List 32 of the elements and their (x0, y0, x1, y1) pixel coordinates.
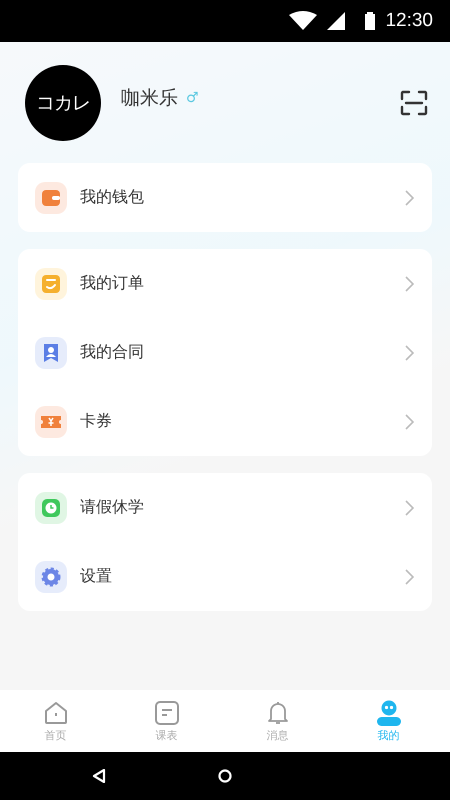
note-icon (154, 700, 180, 726)
wallet-icon (35, 182, 67, 214)
settings-icon (35, 560, 67, 592)
menu-item[interactable]: 我的订单 (18, 249, 432, 318)
back-icon[interactable] (92, 769, 106, 783)
chevron-icon (405, 568, 414, 584)
avatar[interactable]: コカレ (25, 64, 101, 140)
scan-icon[interactable] (400, 90, 428, 116)
chevron-icon (405, 344, 414, 360)
avatar-text: コカレ (36, 90, 90, 116)
status-time: 12:30 (385, 10, 433, 32)
battery-icon (365, 12, 376, 30)
menu-item[interactable]: 我的合同 (18, 318, 432, 387)
chevron-icon (405, 500, 414, 516)
ticket-icon (35, 406, 67, 438)
menu-item[interactable]: 设置 (18, 542, 432, 611)
person-icon (374, 700, 402, 726)
wifi-icon (289, 11, 318, 31)
signal-icon (327, 12, 346, 30)
clipboard-icon (35, 268, 67, 300)
menu-item[interactable]: 请假休学 (18, 473, 432, 542)
user-name: 咖米乐 (121, 86, 178, 111)
home-button-icon[interactable] (218, 769, 232, 783)
home-icon (42, 700, 68, 726)
clock-icon (35, 492, 67, 524)
menu-item[interactable]: 我的钱包 (18, 163, 432, 232)
gender-icon: ♂ (186, 90, 199, 106)
person-card-icon (35, 336, 67, 368)
menu-item[interactable]: 卡券 (18, 387, 432, 456)
chevron-icon (405, 190, 414, 206)
chevron-icon (405, 414, 414, 430)
chevron-icon (405, 276, 414, 292)
